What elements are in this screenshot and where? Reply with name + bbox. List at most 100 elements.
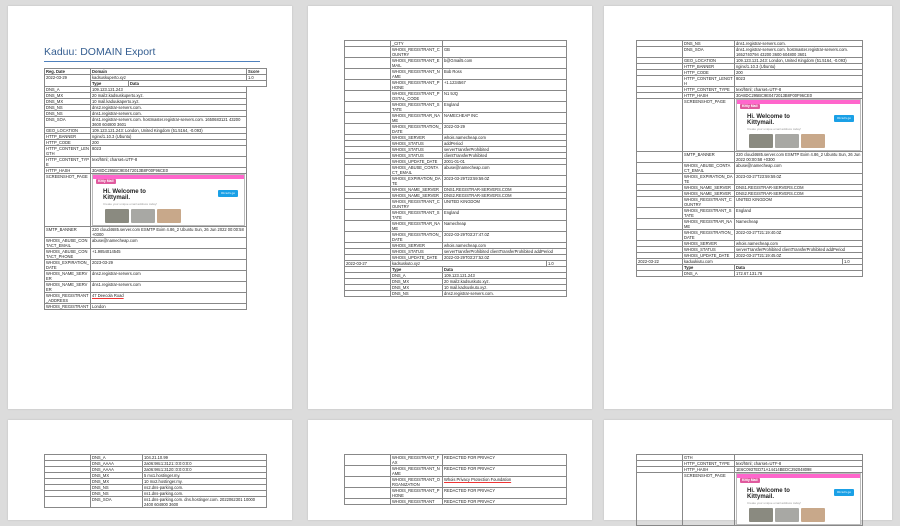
field-value: 2023-03-29T23:59:59.0Z [442, 175, 567, 187]
detail-row: WHOIS_REGISTRANT_STATE England [344, 101, 567, 113]
detail-row: WHOIS_ABUSE_CONTACT_EMAIL abuse@namecheap… [344, 164, 567, 176]
field-value: 8023 [733, 75, 864, 87]
detail-row: WHOIS_REGISTRANT_COUNTRY GB [344, 46, 567, 58]
blank-cell [344, 101, 391, 113]
blank-cell [344, 290, 391, 297]
record-table-2: _CITY WHOIS_REGISTRANT_COUNTRY GB WHOIS_REG… [344, 40, 567, 297]
blank-cell [344, 454, 391, 466]
field-type: WHOIS_ABUSE_CONTACT_PHONE [44, 248, 91, 260]
cat-photo-icon [801, 508, 825, 522]
field-type: WHOIS_EXPIRATION_DATE [44, 259, 91, 271]
screenshot-header-bar [93, 175, 245, 179]
field-value: London [89, 303, 248, 310]
field-value: GB [442, 46, 567, 58]
blank-cell [344, 209, 391, 221]
blank-cell [344, 465, 391, 477]
field-type: DNS_A [682, 270, 735, 277]
field-value: +1.9854014545 [89, 248, 248, 260]
field-value: 8023 [89, 145, 248, 157]
screenshot-heading: Hi. Welcome to Kittymail. [747, 114, 790, 126]
title-rule [44, 61, 260, 62]
field-value: Kitty Mail Hi. Welcome to Kittymail. Crea… [89, 173, 248, 227]
blank-cell [636, 229, 683, 241]
field-value: text/html; charset=UTF-8 [89, 156, 248, 168]
cat-photos [105, 209, 185, 223]
field-type: WHOIS_NAME_SERVER [682, 184, 735, 191]
field-type: WHOIS_NAME_SERVER [390, 186, 443, 193]
detail-row: WHOIS_REGISTRANT_ORGANIZATION Whois Priva… [344, 476, 568, 488]
detail-row: WHOIS_REGISTRANT REDACTED FOR PRIVACY [344, 498, 568, 505]
field-value: 2023-03-27T23:59:59.0Z [733, 173, 864, 185]
field-type: WHOIS_ABUSE_CONTACT_EMAIL [390, 164, 443, 176]
record-table-1: Reg. Date Domain Score 2022-03-29 kadsus… [44, 68, 268, 310]
screenshot-subtitle: Create your unique email address today! [747, 501, 802, 505]
document-page-4: DNS_A 104.21.10.99 DNS_AAAA 2a06:98c1:3121:… [8, 420, 292, 520]
cat-photo-icon [801, 134, 825, 148]
cat-photo-icon [775, 134, 799, 148]
field-value: Namecheap [733, 218, 864, 230]
field-value: Whois Privacy Protection Foundation [441, 476, 568, 488]
detail-row: WHOIS_REGISTRATION_DATE 2022-03-29 [344, 123, 567, 135]
field-value: 172.67.131.78 [733, 270, 864, 277]
blank-cell [636, 98, 683, 152]
detail-row: WHOIS_REGISTRANT_STATE England [636, 207, 864, 219]
document-page-2: _CITY WHOIS_REGISTRANT_COUNTRY GB WHOIS_REG… [308, 6, 592, 409]
detail-row: SMTP_BANNER 220 cloud4685.server.com ESMT… [44, 226, 267, 238]
screenshot-heading: Hi. Welcome to Kittymail. [103, 189, 146, 201]
detail-row: DNS_SOA dns1.registrar-servers.com. hostm… [636, 46, 864, 58]
cat-photo-icon [775, 508, 799, 522]
detail-row: SMTP_BANNER 220 cloud4685.server.com ESMT… [636, 151, 864, 163]
blank-cell [636, 162, 683, 174]
field-value: serverTransferProhibited clientTransferP… [733, 246, 864, 253]
field-value: abuse@namecheap.com [89, 237, 248, 249]
field-type: WHOIS_REGISTRATION_DATE [390, 231, 443, 243]
document-page-5: WHOIS_REGISTRANT_FAX REDACTED FOR PRIVACY… [308, 420, 592, 520]
screenshot-thumbnail: Kitty Mail Hi. Welcome to Kittymail. Crea… [736, 99, 862, 151]
detail-row: WHOIS_EXPIRATION_DATE 2023-03-27T23:59:59… [636, 173, 864, 185]
field-type: SMTP_BANNER [682, 151, 735, 163]
blank-cell [636, 46, 683, 58]
page5-detail-rows: WHOIS_REGISTRANT_FAX REDACTED FOR PRIVACY… [344, 454, 568, 505]
field-value: 2023-03-29 [89, 259, 248, 271]
detail-row: WHOIS_REGISTRANT_STATE England [344, 209, 567, 221]
detail-row: HTTP_CONTENT_LENGTH 8023 [636, 75, 864, 87]
document-page-1: Kaduu: DOMAIN Export Reg. Date Domain Sc… [8, 6, 292, 409]
field-value: England [442, 209, 567, 221]
field-value: serverTransferProhibited clientTransferP… [442, 248, 567, 255]
blank-cell [344, 68, 391, 80]
field-type: WHOIS_NAME_SERVER [390, 192, 443, 199]
field-type: WHOIS_NAME_SERVER [682, 190, 735, 197]
cat-photo-icon [157, 209, 181, 223]
blank-cell [636, 173, 683, 185]
field-value: Namecheap [442, 220, 567, 232]
blank-cell [344, 198, 391, 210]
detail-row: DNS_A 172.67.131.78 [636, 270, 864, 277]
screenshot-cta-button: Ok let's go [833, 489, 854, 496]
field-value: Kitty Mail Hi. Welcome to Kittymail. Crea… [733, 98, 864, 152]
field-type: SCREENSHOT_PAGE [682, 472, 735, 526]
field-type: WHOIS_REGISTRANT_NAME [390, 68, 443, 80]
field-value: 109.123.121.243: London, United Kingdom … [733, 57, 864, 64]
kitty-mail-logo: Kitty Mail [740, 104, 760, 109]
field-type: DNS_SOA [44, 116, 91, 128]
screenshot-thumbnail: Kitty Mail Hi. Welcome to Kittymail. Crea… [736, 473, 861, 525]
blank-cell [344, 57, 391, 69]
blank-cell [44, 496, 91, 508]
page4-detail-rows: DNS_A 104.21.10.99 DNS_AAAA 2a06:98c1:3121:… [44, 454, 267, 508]
field-type: WHOIS_UPDATE_DATE [682, 252, 735, 259]
blank-cell [344, 498, 391, 505]
field-type: WHOIS_REGISTRANT_STATE [682, 207, 735, 219]
detail-row: SCREENSHOT_PAGE Kitty Mail Hi. Welcome t… [44, 173, 267, 227]
field-value: 47 Deecola Road [89, 292, 248, 304]
field-type: WHOIS_REGISTRANT_EMAIL [390, 57, 443, 69]
detail-row: HTTP_CONTENT_TYPE text/html; charset=UTF-… [44, 156, 267, 168]
blank-cell [344, 231, 391, 243]
blank-cell [344, 164, 391, 176]
screenshot-heading: Hi. Welcome to Kittymail. [747, 488, 790, 500]
blank-cell [344, 112, 391, 124]
screenshot-thumbnail: Kitty Mail Hi. Welcome to Kittymail. Crea… [92, 174, 246, 226]
page-title: Kaduu: DOMAIN Export [44, 46, 156, 58]
field-type: WHOIS_REGISTRAR_NAME [390, 112, 443, 124]
field-type: WHOIS_UPDATE_DATE [390, 158, 443, 165]
field-value: UNITED KINGDOM [442, 198, 567, 210]
